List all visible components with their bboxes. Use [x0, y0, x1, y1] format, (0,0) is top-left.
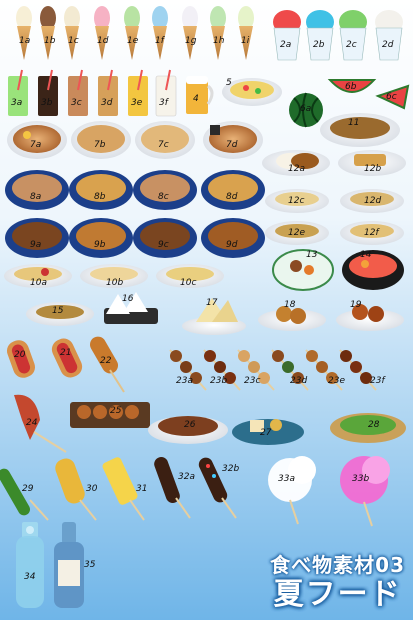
ramen-row: [7, 121, 263, 159]
pasta-10c: [156, 264, 224, 288]
okonomiyaki-26: [148, 416, 228, 444]
soft-serve-1h: [210, 6, 226, 60]
shaved-ice-2b: [306, 10, 334, 61]
nimono-bowl-13: [272, 249, 334, 291]
soft-serve-1i: [238, 6, 254, 60]
drink-3a: [8, 69, 28, 116]
title-subtitle: 食べ物素材03: [270, 553, 405, 577]
title-block: 食べ物素材03 夏フード: [270, 549, 405, 612]
hotdog-21: [51, 338, 83, 378]
curry-12b: [338, 150, 406, 176]
plate-12f: [340, 221, 404, 245]
yakitori-23f: [339, 349, 377, 391]
yakitori-23d: [271, 349, 309, 391]
cotton-candy-33b: [340, 456, 390, 527]
ramen-7d: [203, 121, 263, 159]
soft-serve-1e: [124, 6, 140, 60]
yakitori-23c: [237, 349, 275, 391]
choco-banana-32a: [154, 457, 191, 519]
sprite-canvas: [0, 6, 410, 608]
plate-12c: [265, 189, 329, 213]
drinks-row: [8, 69, 214, 117]
watermelon-6b: [327, 79, 377, 93]
watermelon-6a: [289, 92, 323, 128]
bowl-8b: [69, 170, 133, 210]
hotdog-20: [6, 340, 36, 378]
pasta-10a: [4, 264, 72, 288]
bowl-row-9: [5, 218, 265, 258]
oden-27: [232, 419, 304, 445]
drink-3e: [128, 69, 148, 116]
choco-banana-32b: [198, 457, 237, 519]
yakitori-23e: [305, 349, 343, 391]
plate-12d: [340, 189, 404, 213]
bowl-9c: [133, 218, 197, 258]
drink-3b: [38, 69, 58, 116]
bowl-8c: [133, 170, 197, 210]
bowl-9d: [201, 218, 265, 258]
drink-3c: [68, 69, 88, 116]
soft-serve-1a: [16, 6, 32, 60]
bowl-9b: [69, 218, 133, 258]
food-sprite-sheet: 1a 1b 1c 1d 1e 1f 1g 1h 1i 2a 2b 2c 2d 3…: [0, 0, 413, 620]
curry-12a: [262, 150, 330, 176]
sake-bottle-35: [54, 522, 84, 608]
ika-yaki-24: [14, 394, 67, 453]
soft-serve-1g: [182, 6, 198, 60]
pasta-row-10: [4, 264, 224, 288]
bowl-row-8: [5, 170, 265, 210]
onigiri-16: [104, 292, 158, 324]
ramen-7b: [71, 121, 131, 159]
shaved-ice-row: [273, 10, 403, 61]
pineapple-31: [102, 457, 145, 521]
kyuri-29: [0, 468, 49, 521]
cotton-candy-33a: [268, 456, 316, 525]
sandwich-17: [182, 298, 246, 335]
takoyaki-25: [70, 402, 150, 428]
bowl-8a: [5, 170, 69, 210]
soft-serve-1f: [152, 6, 168, 60]
yakisoba-plate-11: [320, 113, 400, 147]
ramen-7c: [135, 121, 195, 159]
corndog-22: [90, 336, 125, 393]
yakisoba-15: [26, 302, 94, 326]
bowl-8d: [201, 170, 265, 210]
corn-30: [55, 458, 97, 521]
hiyashi-chuka-5: [222, 78, 282, 106]
ramune-bottle-34: [16, 522, 44, 608]
edamame-28: [330, 413, 406, 443]
plates-12: [262, 150, 406, 245]
title-main: 夏フード: [273, 577, 402, 612]
soft-serve-1c: [64, 6, 80, 60]
drink-3d: [98, 69, 118, 116]
yakitori-row: [169, 349, 377, 391]
ramen-7a: [7, 121, 67, 159]
bowl-9a: [5, 218, 69, 258]
yakitori-23b: [203, 349, 241, 391]
plate-12e: [265, 221, 329, 245]
karaage-18: [258, 306, 326, 331]
shaved-ice-2d: [375, 10, 403, 61]
yakitori-23a: [169, 349, 207, 391]
kaisen-bowl-14: [342, 250, 404, 290]
soft-serve-1d: [94, 6, 110, 60]
shaved-ice-2c: [339, 10, 367, 61]
soft-serve-1b: [40, 6, 56, 60]
drink-3f: [155, 69, 177, 117]
beer-mug-4: [186, 76, 214, 114]
soft-serve-row: [16, 6, 254, 60]
pasta-10b: [80, 264, 148, 288]
shaved-ice-2a: [273, 10, 301, 61]
watermelon-6c: [375, 84, 410, 110]
karaage-19: [336, 304, 404, 331]
